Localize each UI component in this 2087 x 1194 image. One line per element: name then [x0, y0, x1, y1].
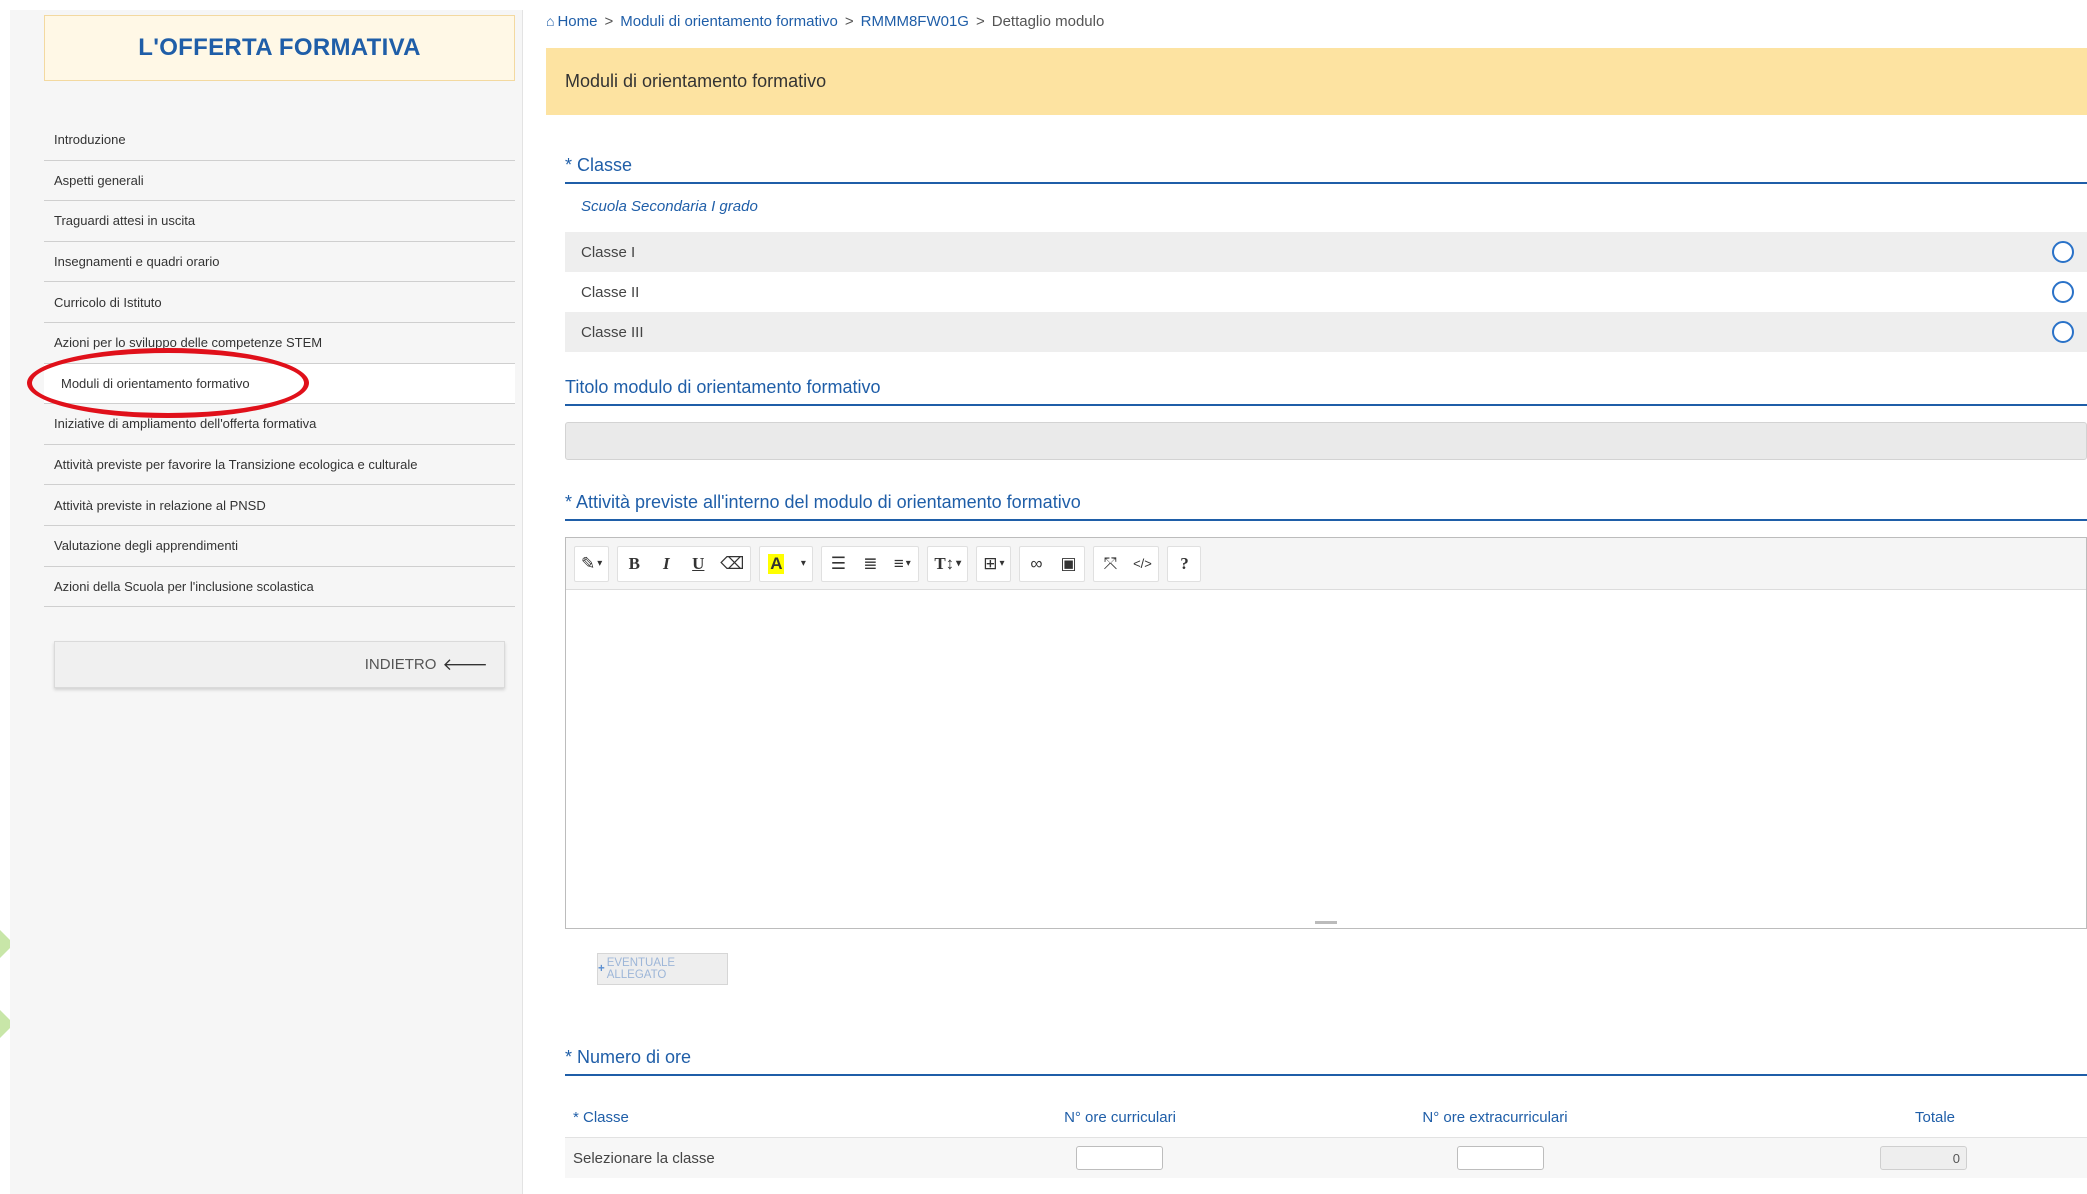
class-option-label: Classe II — [581, 283, 640, 301]
class-option-label: Classe I — [581, 243, 636, 261]
highlight-oval — [27, 348, 309, 418]
school-level-label: Scuola Secondaria I grado — [581, 198, 758, 215]
section-ore-title: * Numero di ore — [565, 1040, 2087, 1076]
class-option-row[interactable]: Classe I — [565, 232, 2087, 272]
breadcrumb-home[interactable]: Home — [557, 13, 597, 30]
sidebar-item-curricolo[interactable]: Curricolo di Istituto — [44, 282, 515, 323]
toolbar-group-table: ⊞ ▾ — [976, 545, 1012, 582]
class-option-row[interactable]: Classe II — [565, 272, 2087, 312]
titolo-input[interactable] — [565, 422, 2087, 460]
breadcrumb: ⌂ Home > Moduli di orientamento formativo > R… — [546, 13, 1104, 30]
toolbar-group-help: ? — [1167, 545, 1202, 582]
resize-handle[interactable] — [1315, 921, 1337, 924]
hours-table-header: * Classe N° ore curriculari N° ore extra… — [565, 1098, 2087, 1138]
arrow-left-icon: 🡐 — [442, 654, 488, 674]
bold-button[interactable]: B — [618, 547, 650, 581]
toolbar-group-size: T↕ ▾ — [927, 545, 969, 582]
style-glyph: ✎ — [581, 553, 596, 573]
breadcrumb-moduli[interactable]: Moduli di orientamento formativo — [620, 13, 838, 30]
sidebar-item-introduzione[interactable]: Introduzione — [44, 120, 515, 161]
table-row: Selezionare la classe 0 — [565, 1138, 2087, 1178]
back-button-label: INDIETRO — [364, 656, 437, 673]
table-glyph: ⊞ — [983, 553, 998, 573]
extracurricolari-input[interactable] — [1457, 1146, 1544, 1170]
fullscreen-icon[interactable]: ⤧ — [1094, 547, 1126, 581]
section-attivita-title: * Attività previste all'interno del modu… — [565, 485, 2087, 521]
header-extracurricolari: N° ore extracurriculari — [1422, 1109, 1568, 1126]
sidebar-item-inclusione[interactable]: Azioni della Scuola per l'inclusione sco… — [44, 567, 515, 608]
eraser-icon[interactable]: ⌫ — [714, 547, 750, 581]
unordered-list-icon[interactable]: ☰ — [822, 547, 854, 581]
color-glyph: A — [768, 553, 785, 574]
sidebar: L'OFFERTA FORMATIVA Introduzione Aspetti… — [10, 10, 523, 1194]
sidebar-header: L'OFFERTA FORMATIVA — [44, 15, 515, 81]
section-classe-title: * Classe — [565, 148, 2087, 184]
totale-field: 0 — [1880, 1146, 1967, 1170]
sidebar-item-transizione[interactable]: Attività previste per favorire la Transi… — [44, 445, 515, 486]
breadcrumb-separator: > — [975, 13, 985, 30]
breadcrumb-separator: > — [604, 13, 614, 30]
sidebar-item-valutazione[interactable]: Valutazione degli apprendimenti — [44, 526, 515, 567]
sidebar-item-insegnamenti[interactable]: Insegnamenti e quadri orario — [44, 242, 515, 283]
breadcrumb-current: Dettaglio modulo — [991, 13, 1105, 30]
align-glyph: ≡ — [893, 553, 904, 573]
main-content: ⌂ Home > Moduli di orientamento formativo > R… — [546, 10, 2087, 1194]
class-option-row[interactable]: Classe III — [565, 312, 2087, 352]
section-titolo-title: Titolo modulo di orientamento formativo — [565, 370, 2087, 406]
breadcrumb-separator: > — [844, 13, 854, 30]
attach-button[interactable]: + EVENTUALE ALLEGATO — [597, 953, 728, 985]
class-option-label: Classe III — [581, 323, 644, 341]
home-icon[interactable]: ⌂ — [546, 13, 554, 29]
chevron-down-icon[interactable]: ▾ — [792, 547, 812, 581]
sidebar-item-traguardi[interactable]: Traguardi attesi in uscita — [44, 201, 515, 242]
header-classe: * Classe — [573, 1109, 629, 1126]
sidebar-title: L'OFFERTA FORMATIVA — [138, 34, 421, 61]
toolbar-group-paragraph: ☰ ≣ ≡ ▾ — [821, 545, 920, 582]
header-curricolari: N° ore curriculari — [1064, 1109, 1176, 1126]
font-size-glyph: T↕ — [934, 553, 955, 573]
toolbar-group-insert: ∞ ▣ — [1019, 545, 1086, 582]
toolbar-group-format: B I U ⌫ — [617, 545, 752, 582]
underline-button[interactable]: U — [682, 547, 714, 581]
italic-button[interactable]: I — [650, 547, 682, 581]
rich-text-editor[interactable]: ✎ ▾ B I U ⌫ A ▾ ☰ ≣ ≡ ▾ T↕ ▾ ⊞ ▾ ∞ ▣ ⤧ <… — [565, 537, 2087, 929]
toolbar-group-style: ✎ ▾ — [574, 545, 610, 582]
magic-wand-icon[interactable]: ✎ ▾ — [575, 547, 608, 581]
ordered-list-icon[interactable]: ≣ — [854, 547, 886, 581]
image-icon[interactable]: ▣ — [1052, 547, 1084, 581]
editor-body[interactable] — [566, 590, 2086, 928]
breadcrumb-code[interactable]: RMMM8FW01G — [861, 13, 969, 30]
toolbar-group-color: A ▾ — [759, 545, 814, 582]
table-icon[interactable]: ⊞ ▾ — [977, 547, 1010, 581]
class-radio[interactable] — [2052, 281, 2074, 303]
panel-header: Moduli di orientamento formativo — [546, 48, 2087, 115]
sidebar-item-aspetti-generali[interactable]: Aspetti generali — [44, 161, 515, 202]
font-size-icon[interactable]: T↕ ▾ — [928, 547, 967, 581]
curricolari-input[interactable] — [1076, 1146, 1163, 1170]
class-radio[interactable] — [2052, 241, 2074, 263]
row-classe-label: Selezionare la classe — [573, 1149, 715, 1167]
editor-toolbar: ✎ ▾ B I U ⌫ A ▾ ☰ ≣ ≡ ▾ T↕ ▾ ⊞ ▾ ∞ ▣ ⤧ <… — [566, 538, 2086, 590]
code-view-icon[interactable]: </> — [1126, 547, 1158, 581]
panel-title: Moduli di orientamento formativo — [565, 71, 827, 91]
toolbar-group-view: ⤧ </> — [1093, 545, 1160, 582]
class-radio[interactable] — [2052, 321, 2074, 343]
text-color-button[interactable]: A — [760, 547, 792, 581]
align-icon[interactable]: ≡ ▾ — [886, 547, 918, 581]
plus-icon: + — [598, 963, 605, 975]
link-icon[interactable]: ∞ — [1020, 547, 1052, 581]
help-icon[interactable]: ? — [1168, 547, 1200, 581]
sidebar-item-pnsd[interactable]: Attività previste in relazione al PNSD — [44, 485, 515, 526]
header-totale: Totale — [1914, 1109, 1956, 1126]
back-button[interactable]: INDIETRO 🡐 — [54, 641, 505, 688]
attach-label: EVENTUALE ALLEGATO — [606, 957, 676, 981]
